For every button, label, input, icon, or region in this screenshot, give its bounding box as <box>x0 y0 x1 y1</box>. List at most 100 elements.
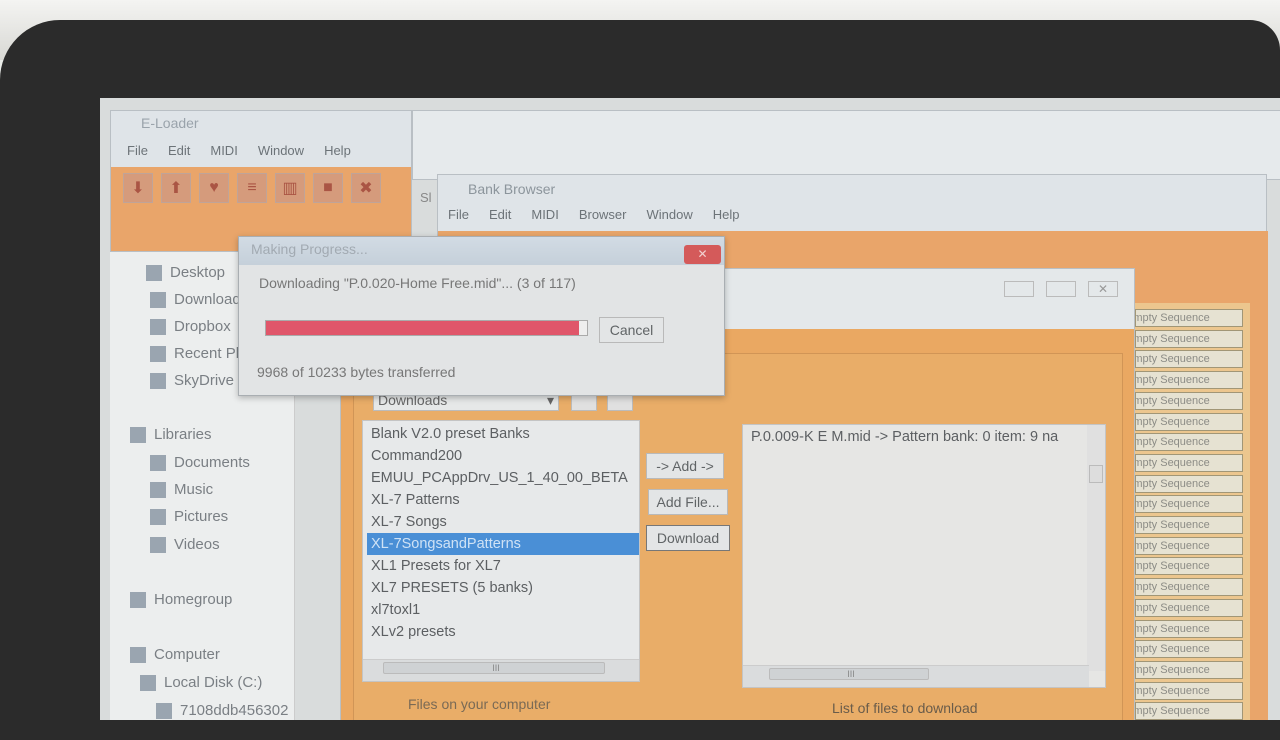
sidebar-item-label: Pictures <box>174 508 229 525</box>
sidebar-item-label: Music <box>174 481 214 498</box>
folder-icon <box>130 426 146 443</box>
add-button[interactable]: -> Add -> <box>646 453 724 479</box>
add-file-button[interactable]: Add File... <box>648 489 728 515</box>
download-button[interactable]: Download <box>646 525 730 551</box>
sidebar-item-label: Videos <box>174 536 220 553</box>
dialog-close-button[interactable]: ✕ <box>684 245 721 264</box>
close-icon[interactable]: ✖ <box>351 173 381 203</box>
progress-message: Downloading "P.0.020-Home Free.mid"... (… <box>259 275 576 291</box>
sidebar-item-pictures[interactable]: Pictures <box>150 508 228 525</box>
sequence-item[interactable]: Empty Sequence <box>1135 453 1243 472</box>
sequence-item[interactable]: Empty Sequence <box>1135 474 1243 493</box>
sidebar-item-libraries[interactable]: Libraries <box>130 426 212 443</box>
folder-icon <box>140 674 156 691</box>
folder-icon <box>150 291 166 308</box>
sidebar-item-label: SkyDrive <box>174 372 235 389</box>
sequence-item[interactable]: Empty Sequence <box>1135 391 1243 410</box>
list-item[interactable]: XL-7SongsandPatterns <box>367 533 639 555</box>
sidebar-item-documents[interactable]: Documents <box>150 454 250 471</box>
sequence-item[interactable]: Empty Sequence <box>1135 578 1243 597</box>
sidebar-item-label: Computer <box>154 646 220 663</box>
list-item[interactable]: XL-7 Songs <box>367 511 639 533</box>
folder-icon <box>150 508 166 525</box>
menu-file[interactable]: File <box>127 143 148 158</box>
sidebar-item-label: Dropbox <box>174 318 231 335</box>
sidebar-item-computer[interactable]: Computer <box>130 646 220 663</box>
bank-icon[interactable]: ♥ <box>199 173 229 203</box>
list-item[interactable]: XL7 PRESETS (5 banks) <box>367 577 639 599</box>
horizontal-scrollbar[interactable]: III <box>363 659 639 681</box>
list-item[interactable]: EMUU_PCAppDrv_US_1_40_00_BETA <box>367 467 639 489</box>
download-list-label: List of files to download <box>832 700 978 716</box>
cancel-button[interactable]: Cancel <box>599 317 664 343</box>
list-item[interactable]: XL-7 Patterns <box>367 489 639 511</box>
sidebar-item-dropbox[interactable]: Dropbox <box>150 318 231 335</box>
sidebar-item-label: Local Disk (C:) <box>164 674 263 691</box>
folder-icon <box>150 372 166 389</box>
send-icon[interactable]: ⬆ <box>161 173 191 203</box>
receive-icon[interactable]: ⬇ <box>123 173 153 203</box>
sidebar-item-videos[interactable]: Videos <box>150 536 220 553</box>
sidebar-item-7108ddb456302[interactable]: 7108ddb456302 <box>156 702 288 719</box>
download-files-list[interactable]: P.0.009-K E M.mid -> Pattern bank: 0 ite… <box>742 424 1106 688</box>
sequence-item[interactable]: Empty Sequence <box>1135 619 1243 638</box>
sidebar-item-desktop[interactable]: Desktop <box>146 264 225 281</box>
sequence-item[interactable]: Empty Sequence <box>1135 536 1243 555</box>
close-button[interactable]: ✕ <box>1088 281 1118 297</box>
sequence-item[interactable]: Empty Sequence <box>1135 640 1243 659</box>
sequence-item[interactable]: Empty Sequence <box>1135 557 1243 576</box>
progress-fill <box>266 321 579 335</box>
mixer-icon[interactable]: ≡ <box>237 173 267 203</box>
list-item[interactable]: Command200 <box>367 445 639 467</box>
sequence-item[interactable]: Empty Sequence <box>1135 371 1243 390</box>
sequence-item[interactable]: Empty Sequence <box>1135 516 1243 534</box>
eloader-title: E-Loader <box>141 115 199 131</box>
horizontal-scrollbar[interactable]: III <box>743 665 1089 687</box>
scroll-thumb[interactable] <box>1089 465 1103 483</box>
menu-edit[interactable]: Edit <box>489 207 511 222</box>
menu-help[interactable]: Help <box>713 207 740 222</box>
folder-icon <box>130 646 146 663</box>
list-item[interactable]: XLv2 presets <box>367 621 639 643</box>
sidebar-item-homegroup[interactable]: Homegroup <box>130 591 232 608</box>
menu-edit[interactable]: Edit <box>168 143 190 158</box>
menu-midi[interactable]: MIDI <box>210 143 237 158</box>
menu-window[interactable]: Window <box>258 143 304 158</box>
list-item[interactable]: xl7toxl1 <box>367 599 639 621</box>
sequence-item[interactable]: Empty Sequence <box>1135 495 1243 514</box>
stop-icon[interactable]: ■ <box>313 173 343 203</box>
sidebar-item-skydrive[interactable]: SkyDrive <box>150 372 234 389</box>
bytes-transferred: 9968 of 10233 bytes transferred <box>257 364 456 380</box>
folder-icon <box>150 318 166 335</box>
menu-window[interactable]: Window <box>647 207 693 222</box>
sequence-item[interactable]: Empty Sequence <box>1135 681 1243 700</box>
vertical-scrollbar[interactable] <box>1087 425 1105 671</box>
sequence-item[interactable]: Empty Sequence <box>1135 309 1243 327</box>
partial-label: Sl <box>420 190 432 205</box>
sequence-item[interactable]: Empty Sequence <box>1135 660 1243 679</box>
sequence-item[interactable]: Empty Sequence <box>1135 412 1243 431</box>
menu-help[interactable]: Help <box>324 143 351 158</box>
sidebar-item-music[interactable]: Music <box>150 481 213 498</box>
menu-midi[interactable]: MIDI <box>531 207 558 222</box>
minimize-button[interactable] <box>1004 281 1034 297</box>
local-files-list[interactable]: Blank V2.0 preset Banks Command200 EMUU_PC… <box>362 420 640 682</box>
sidebar-item-label: Homegroup <box>154 591 233 608</box>
progress-dialog: Making Progress... ✕ Downloading "P.0.02… <box>238 236 725 396</box>
list-item[interactable]: P.0.009-K E M.mid -> Pattern bank: 0 ite… <box>747 426 1081 447</box>
menu-browser[interactable]: Browser <box>579 207 627 222</box>
maximize-button[interactable] <box>1046 281 1076 297</box>
local-files-label: Files on your computer <box>408 696 551 712</box>
list-item[interactable]: Blank V2.0 preset Banks <box>367 423 639 445</box>
sequence-item[interactable]: Empty Sequence <box>1135 350 1243 369</box>
sidebar-item-label: Documents <box>174 454 250 471</box>
menu-file[interactable]: File <box>448 207 469 222</box>
keyboard-icon[interactable]: ▥ <box>275 173 305 203</box>
sidebar-item-downloads[interactable]: Downloads <box>150 291 248 308</box>
sequence-item[interactable]: Empty Sequence <box>1135 433 1243 452</box>
sequence-item[interactable]: Empty Sequence <box>1135 598 1243 617</box>
sequence-item[interactable]: Empty Sequence <box>1135 329 1243 348</box>
sidebar-item-local-disk-c-[interactable]: Local Disk (C:) <box>140 674 262 691</box>
sequence-item[interactable]: Empty Sequence <box>1135 702 1243 720</box>
list-item[interactable]: XL1 Presets for XL7 <box>367 555 639 577</box>
